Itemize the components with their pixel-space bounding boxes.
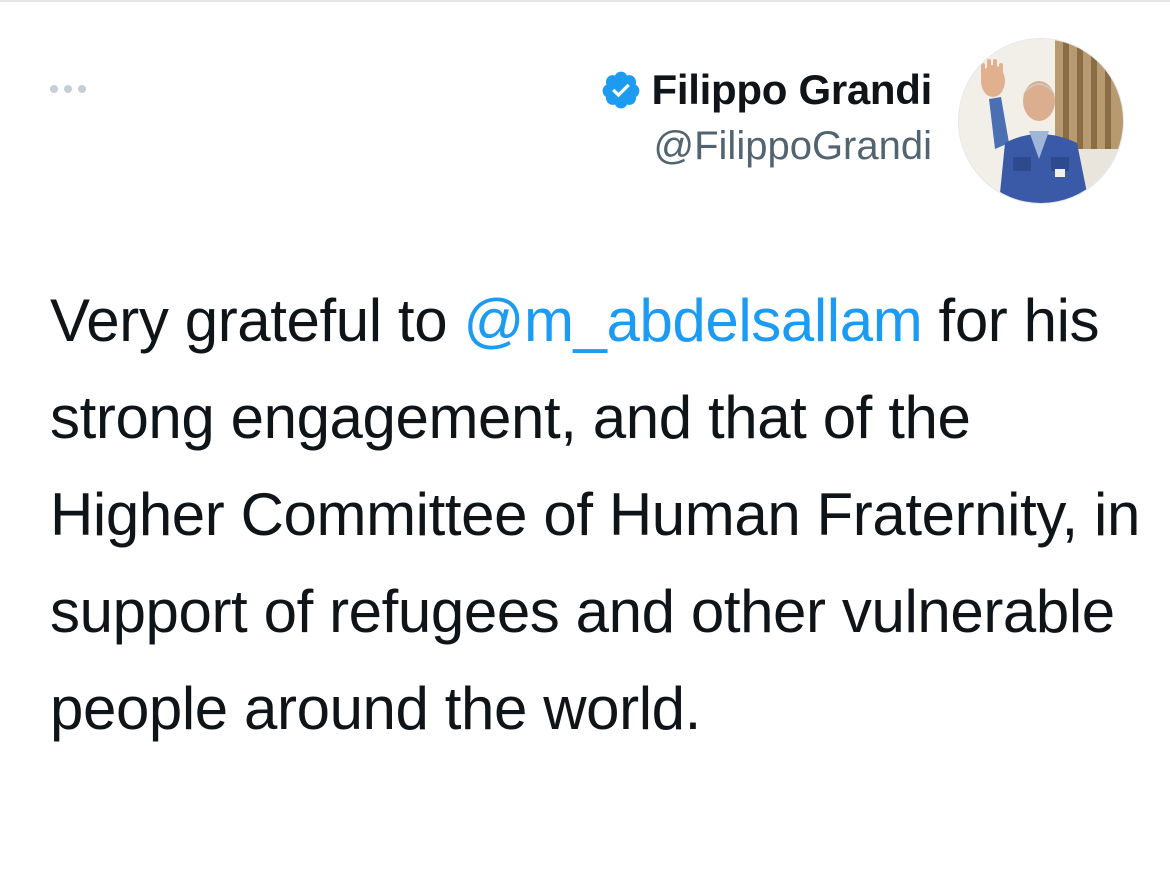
mention-link[interactable]: @m_abdelsallam — [463, 287, 922, 354]
verified-badge-icon — [602, 71, 639, 109]
more-options-icon — [50, 85, 58, 93]
more-options-icon-dot — [64, 85, 72, 93]
more-options-button[interactable] — [50, 78, 98, 100]
author-avatar[interactable] — [958, 38, 1124, 204]
author-display-name[interactable]: Filippo Grandi — [652, 66, 933, 114]
profile-photo-avatar — [959, 39, 1123, 203]
author-handle[interactable]: @FilippoGrandi — [600, 124, 933, 169]
tweet-text-after-mention: for his strong engagement, and that of t… — [50, 287, 1140, 742]
author-name-row: Filippo Grandi — [600, 60, 932, 120]
top-divider — [0, 0, 1170, 2]
tweet-text-before-mention: Very grateful to — [50, 287, 464, 354]
more-options-icon-dot — [78, 85, 86, 93]
author-info[interactable]: Filippo Grandi @FilippoGrandi — [600, 60, 932, 169]
tweet-text: Very grateful to @m_abdelsallam for his … — [50, 272, 1140, 757]
